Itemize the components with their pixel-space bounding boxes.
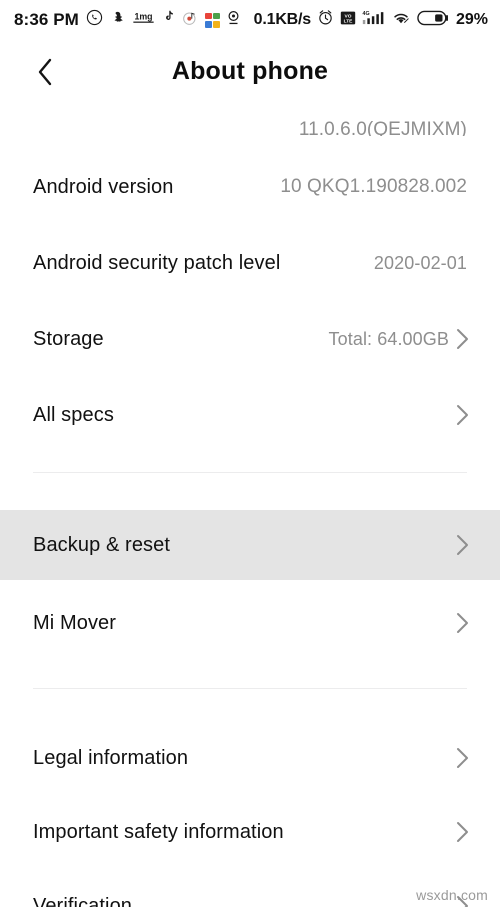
chevron-right-icon <box>457 822 468 842</box>
snapchat-icon <box>110 10 125 31</box>
miui-version-value: 11.0.6.0(QEJMIXM) <box>298 119 467 136</box>
page-title: About phone <box>171 56 329 85</box>
android-security-patch-level-value: 2020-02-01 <box>373 252 467 273</box>
phone-screen: 8:36 PM 1mg 0.1KB/s VO LTE 4G 29% About … <box>0 0 500 907</box>
alarm-clock-icon <box>317 9 334 31</box>
android-security-patch-level-row[interactable]: Android security patch level 2020-02-01 <box>0 228 500 298</box>
legal-information-row[interactable]: Legal information <box>0 723 500 793</box>
watermark: wsxdn.com <box>416 887 488 903</box>
storage-value: Total: 64.00GB <box>328 328 449 349</box>
app-header: About phone <box>0 40 500 102</box>
volte-hd-icon: VO LTE <box>340 10 356 31</box>
android-version-value: 10 QKQ1.190828.002 <box>280 176 467 197</box>
chevron-right-icon <box>457 748 468 768</box>
tiktok-icon <box>162 10 175 31</box>
important-safety-information-label: Important safety information <box>33 820 284 843</box>
svg-text:VO: VO <box>345 13 352 19</box>
svg-text:4G: 4G <box>363 11 370 17</box>
whatsapp-icon <box>86 9 103 31</box>
chevron-right-icon <box>457 613 468 633</box>
chevron-right-icon <box>457 329 468 349</box>
chevron-right-icon <box>457 535 468 555</box>
all-specs-row[interactable]: All specs <box>0 380 500 450</box>
storage-row[interactable]: Storage Total: 64.00GB <box>0 304 500 374</box>
chevron-right-icon <box>457 405 468 425</box>
verification-label: Verification <box>33 894 133 907</box>
important-safety-information-row[interactable]: Important safety information <box>0 797 500 867</box>
status-bar-notification-icons: 1mg <box>86 9 240 31</box>
onemg-icon: 1mg <box>132 10 155 30</box>
status-bar: 8:36 PM 1mg 0.1KB/s VO LTE 4G 29% <box>0 0 500 40</box>
svg-text:1mg: 1mg <box>134 12 152 22</box>
back-button[interactable] <box>26 54 62 90</box>
music-icon <box>182 10 198 31</box>
android-version-row[interactable]: Android version 10 QKQ1.190828.002 <box>0 152 500 222</box>
mi-mover-row[interactable]: Mi Mover <box>0 588 500 658</box>
signal-4g-icon: 4G <box>362 9 385 31</box>
backup-and-reset-label: Backup & reset <box>33 533 171 556</box>
location-pin-icon <box>227 10 240 31</box>
wifi-icon <box>391 10 411 31</box>
status-bar-clock: 8:36 PM <box>14 10 79 29</box>
storage-label: Storage <box>33 327 104 350</box>
svg-text:LTE: LTE <box>344 18 354 24</box>
status-bar-system-icons: 0.1KB/s VO LTE 4G 29% <box>254 9 488 32</box>
all-specs-label: All specs <box>33 403 114 426</box>
legal-information-label: Legal information <box>33 746 189 769</box>
microsoft-grid-icon <box>204 12 220 28</box>
back-chevron-icon <box>38 58 51 86</box>
battery-icon <box>417 9 450 32</box>
backup-and-reset-row[interactable]: Backup & reset <box>0 510 500 580</box>
mi-mover-label: Mi Mover <box>33 611 117 634</box>
android-version-label: Android version <box>33 175 174 198</box>
network-speed-text: 0.1KB/s <box>253 11 311 28</box>
about-phone-list: 11.0.6.0(QEJMIXM) Android version 10 QKQ… <box>0 102 500 907</box>
android-security-patch-level-label: Android security patch level <box>33 251 281 274</box>
miui-version-row[interactable]: 11.0.6.0(QEJMIXM) <box>0 102 500 136</box>
battery-percent-text: 29% <box>455 11 488 28</box>
